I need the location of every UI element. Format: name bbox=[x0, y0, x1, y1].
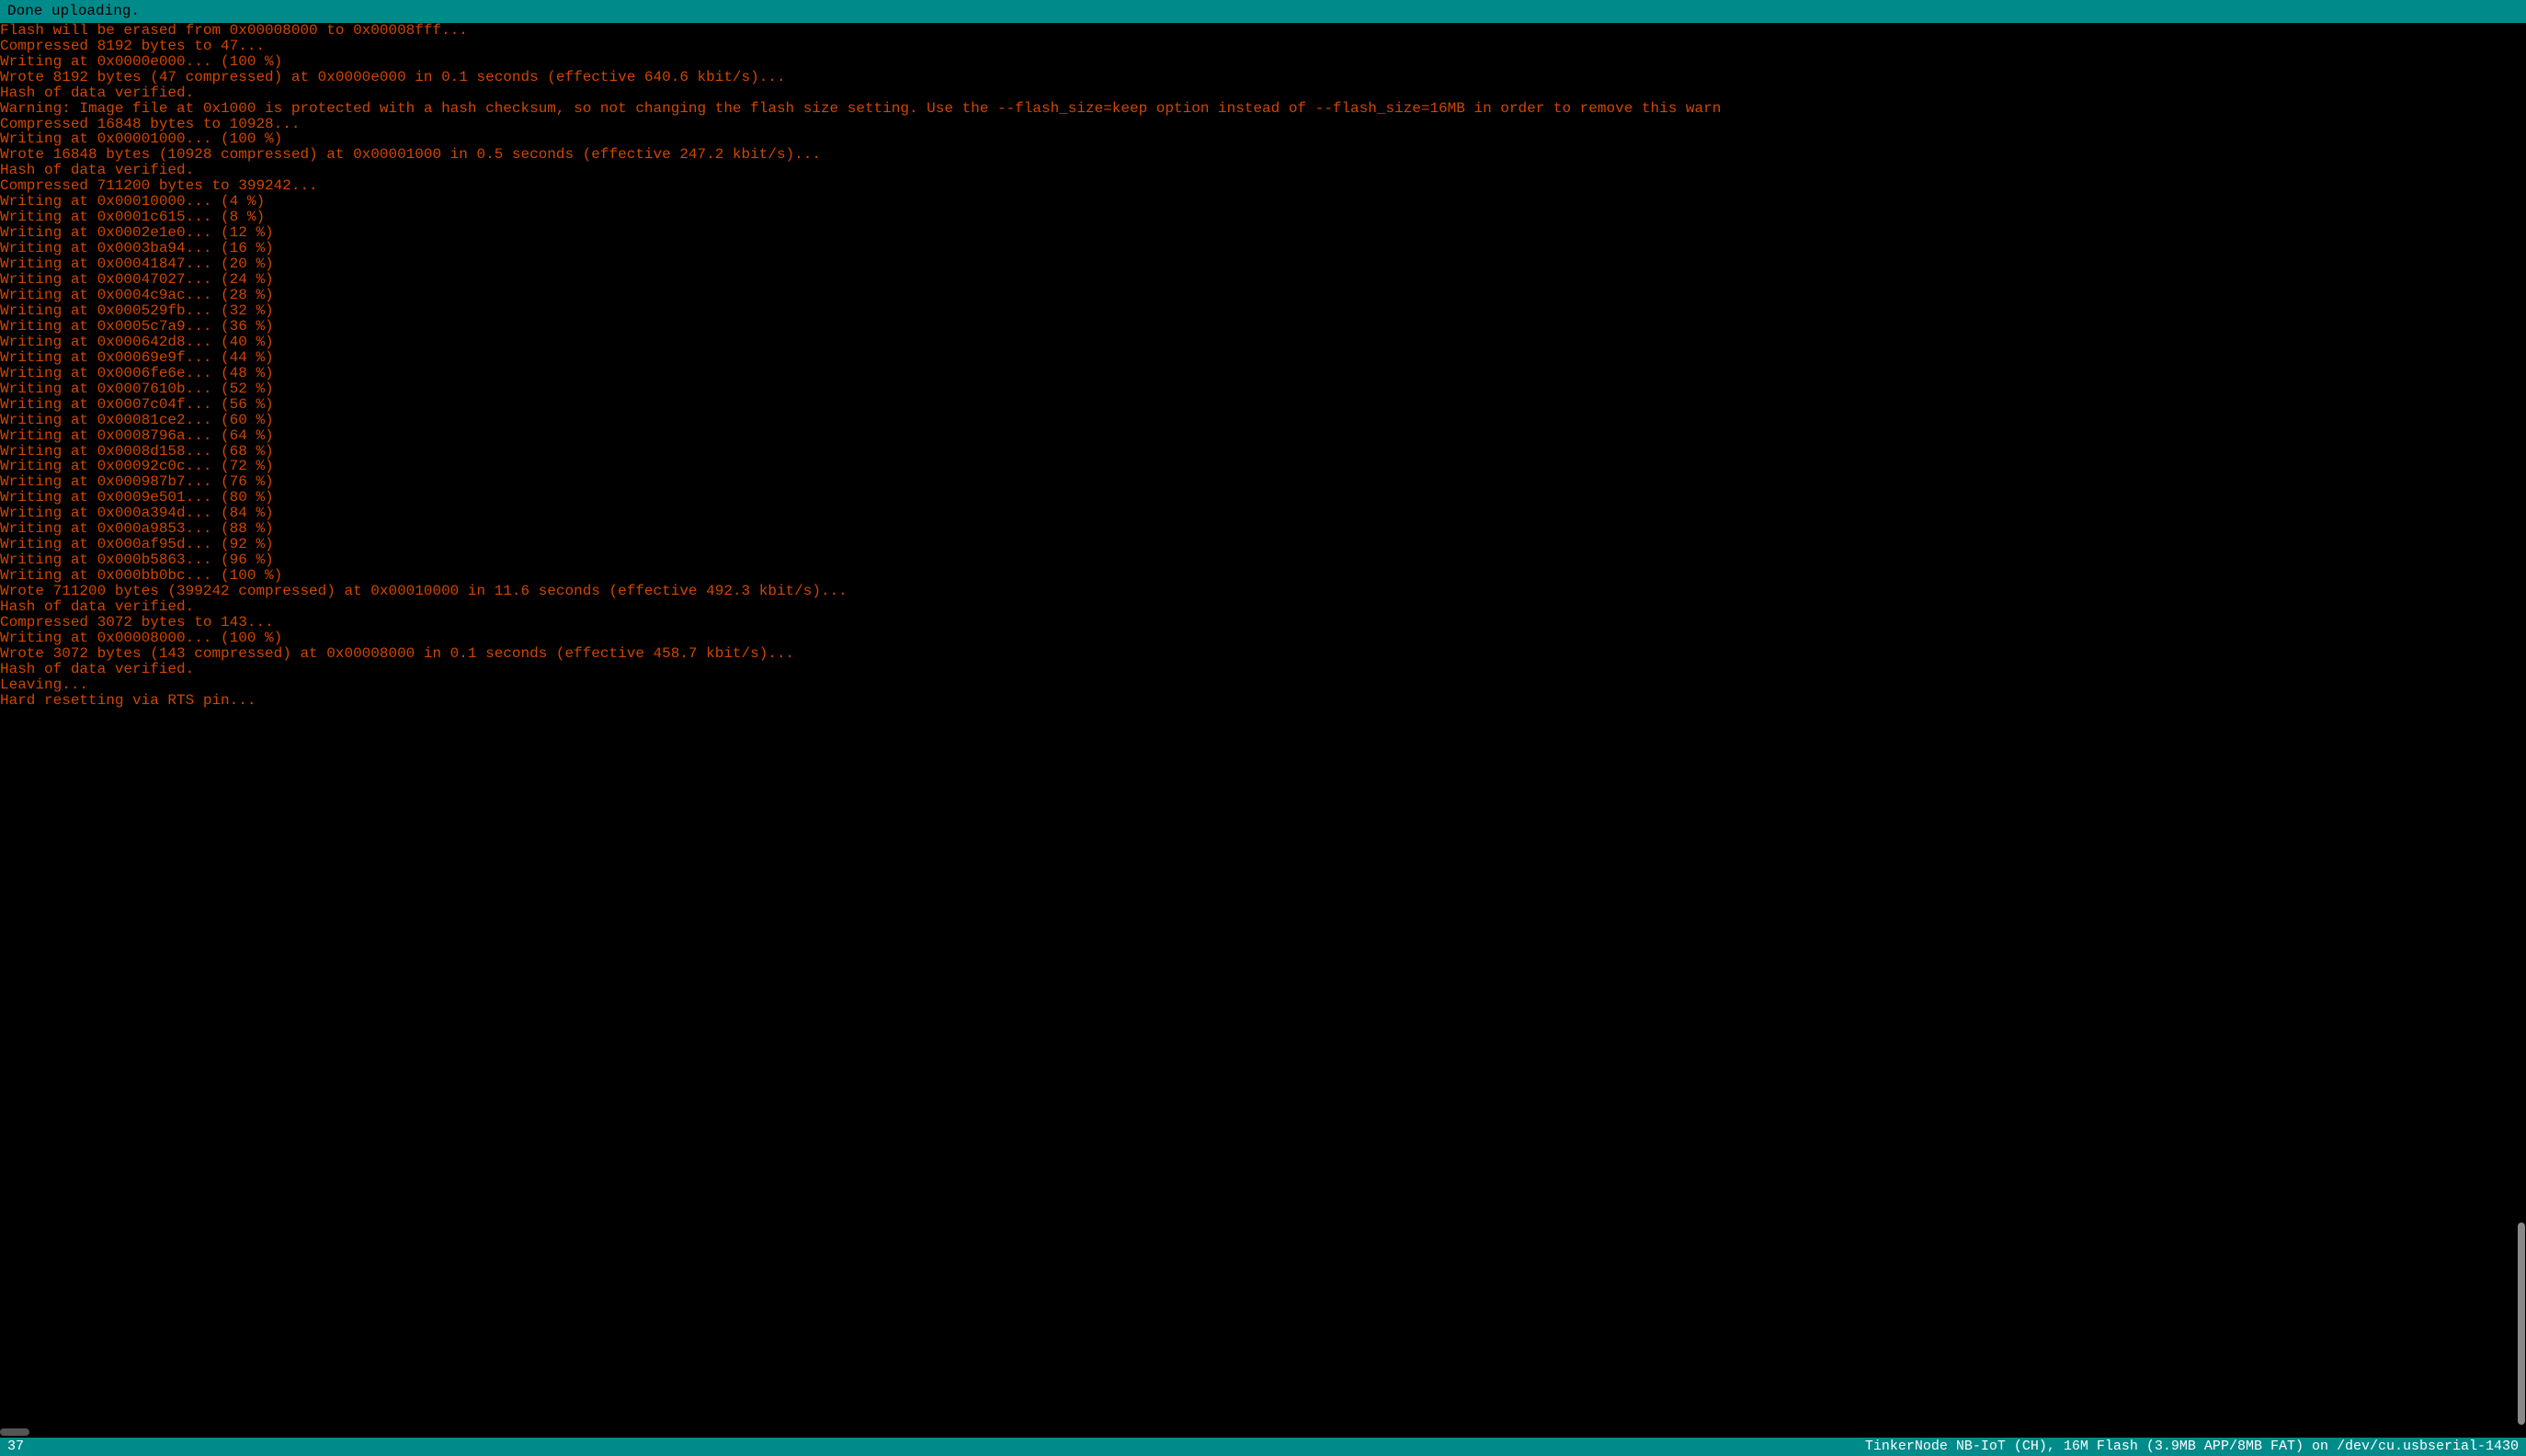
output-line: Wrote 8192 bytes (47 compressed) at 0x00… bbox=[0, 70, 2526, 85]
output-line: Compressed 16848 bytes to 10928... bbox=[0, 117, 2526, 132]
output-line: Writing at 0x0001c615... (8 %) bbox=[0, 210, 2526, 225]
output-line: Compressed 3072 bytes to 143... bbox=[0, 615, 2526, 631]
output-line: Writing at 0x0004c9ac... (28 %) bbox=[0, 288, 2526, 303]
output-line: Writing at 0x000529fb... (32 %) bbox=[0, 303, 2526, 319]
output-line: Writing at 0x0008d158... (68 %) bbox=[0, 444, 2526, 460]
output-line: Hash of data verified. bbox=[0, 163, 2526, 178]
output-line: Writing at 0x0007c04f... (56 %) bbox=[0, 397, 2526, 413]
output-line: Writing at 0x00008000... (100 %) bbox=[0, 631, 2526, 646]
terminal-output[interactable]: Flash will be erased from 0x00008000 to … bbox=[0, 23, 2526, 1427]
output-line: Writing at 0x00092c0c... (72 %) bbox=[0, 459, 2526, 474]
output-line: Writing at 0x00069e9f... (44 %) bbox=[0, 350, 2526, 366]
output-line: Hash of data verified. bbox=[0, 599, 2526, 615]
output-line: Writing at 0x000a9853... (88 %) bbox=[0, 521, 2526, 537]
output-line: Writing at 0x00001000... (100 %) bbox=[0, 131, 2526, 147]
output-line: Wrote 711200 bytes (399242 compressed) a… bbox=[0, 584, 2526, 599]
output-line: Writing at 0x000b5863... (96 %) bbox=[0, 552, 2526, 568]
status-board-info: TinkerNode NB-IoT (CH), 16M Flash (3.9MB… bbox=[1865, 1439, 2519, 1454]
output-line: Writing at 0x000bb0bc... (100 %) bbox=[0, 568, 2526, 584]
output-line: Hash of data verified. bbox=[0, 662, 2526, 677]
output-line: Warning: Image file at 0x1000 is protect… bbox=[0, 101, 2526, 117]
output-line: Writing at 0x00010000... (4 %) bbox=[0, 194, 2526, 210]
output-line: Writing at 0x00041847... (20 %) bbox=[0, 256, 2526, 272]
output-line: Compressed 8192 bytes to 47... bbox=[0, 39, 2526, 54]
output-line: Wrote 16848 bytes (10928 compressed) at … bbox=[0, 147, 2526, 163]
output-line: Writing at 0x000642d8... (40 %) bbox=[0, 335, 2526, 350]
output-line: Writing at 0x000a394d... (84 %) bbox=[0, 506, 2526, 521]
output-line: Hard resetting via RTS pin... bbox=[0, 693, 2526, 709]
output-line: Leaving... bbox=[0, 677, 2526, 693]
output-line: Writing at 0x00081ce2... (60 %) bbox=[0, 413, 2526, 428]
vertical-scrollbar[interactable] bbox=[2517, 28, 2526, 1428]
output-line: Hash of data verified. bbox=[0, 85, 2526, 101]
status-bar: 37 TinkerNode NB-IoT (CH), 16M Flash (3.… bbox=[0, 1438, 2526, 1456]
output-line: Writing at 0x0000e000... (100 %) bbox=[0, 54, 2526, 70]
output-line: Writing at 0x00047027... (24 %) bbox=[0, 272, 2526, 288]
vertical-scrollbar-thumb[interactable] bbox=[2518, 1223, 2525, 1425]
output-line: Writing at 0x0008796a... (64 %) bbox=[0, 428, 2526, 444]
output-line: Wrote 3072 bytes (143 compressed) at 0x0… bbox=[0, 646, 2526, 662]
status-line-number: 37 bbox=[7, 1439, 24, 1454]
title-text: Done uploading. bbox=[7, 3, 140, 19]
output-line: Compressed 711200 bytes to 399242... bbox=[0, 178, 2526, 194]
output-line: Writing at 0x000987b7... (76 %) bbox=[0, 474, 2526, 490]
output-line: Writing at 0x0006fe6e... (48 %) bbox=[0, 366, 2526, 381]
output-line: Writing at 0x0009e501... (80 %) bbox=[0, 490, 2526, 506]
output-line: Writing at 0x0003ba94... (16 %) bbox=[0, 241, 2526, 256]
output-line: Writing at 0x000af95d... (92 %) bbox=[0, 537, 2526, 552]
horizontal-scrollbar-thumb[interactable] bbox=[0, 1428, 29, 1436]
output-line: Writing at 0x0005c7a9... (36 %) bbox=[0, 319, 2526, 335]
horizontal-scrollbar[interactable] bbox=[0, 1427, 2526, 1438]
title-bar: Done uploading. bbox=[0, 0, 2526, 23]
output-line: Writing at 0x0002e1e0... (12 %) bbox=[0, 225, 2526, 241]
output-line: Flash will be erased from 0x00008000 to … bbox=[0, 23, 2526, 39]
output-line: Writing at 0x0007610b... (52 %) bbox=[0, 381, 2526, 397]
